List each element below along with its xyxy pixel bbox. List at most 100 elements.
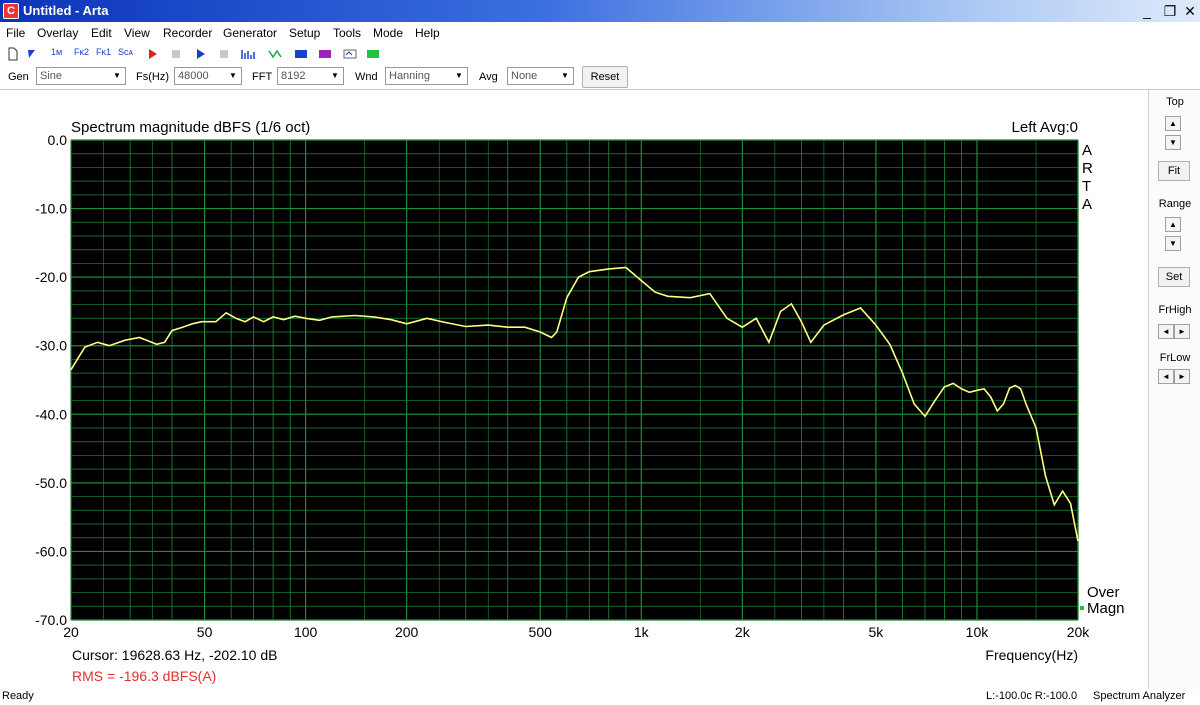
overlay-icon[interactable] [318, 47, 332, 61]
f1-marker-icon[interactable]: 1ᴍ [51, 47, 62, 61]
scan-icon[interactable]: Sᴄᴀ [118, 47, 133, 61]
restore-button[interactable]: ❐ [1160, 2, 1180, 20]
x-tick-label: 20 [63, 624, 79, 640]
x-tick-label: 20k [1067, 624, 1091, 640]
arta-letter-r: R [1082, 160, 1093, 177]
menu-file[interactable]: File [6, 26, 25, 40]
top-up-button[interactable]: ▲ [1165, 116, 1181, 131]
x-tick-label: 50 [197, 624, 213, 640]
avg-value: None [511, 70, 538, 82]
arta-letter-t: T [1082, 178, 1091, 195]
over-label: Over [1087, 584, 1120, 601]
menu-generator[interactable]: Generator [223, 26, 277, 40]
fs-select[interactable]: 48000 ▼ [174, 67, 242, 85]
frhigh-right-button[interactable]: ► [1174, 324, 1190, 339]
open-icon[interactable] [27, 47, 37, 61]
arta-letter-a1: A [1082, 142, 1092, 159]
menu-mode[interactable]: Mode [373, 26, 403, 40]
arta-app-icon: C [3, 3, 19, 19]
status-ready: Ready [2, 690, 34, 702]
toolbar: 1ᴍ Fᴋ2 Fᴋ1 Sᴄᴀ [0, 44, 1200, 64]
close-button[interactable]: ✕ [1180, 2, 1200, 20]
chevron-down-icon: ▼ [113, 71, 121, 80]
status-mode: Spectrum Analyzer [1093, 690, 1186, 702]
f2-marker-icon[interactable]: Fᴋ2 [74, 47, 89, 61]
y-tick-label: -30.0 [35, 338, 67, 354]
impulse-icon[interactable] [268, 47, 282, 61]
title-bar: C Untitled - Arta _ ❐ ✕ [0, 0, 1200, 22]
chevron-down-icon: ▼ [455, 71, 463, 80]
stop-icon[interactable] [171, 47, 181, 61]
rms-readout: RMS = -196.3 dBFS(A) [72, 668, 216, 684]
chevron-down-icon: ▼ [331, 71, 339, 80]
new-file-icon[interactable] [8, 47, 18, 61]
set-button[interactable]: Set [1158, 267, 1190, 287]
y-tick-label: -40.0 [35, 406, 67, 422]
menu-bar: File Overlay Edit View Recorder Generato… [0, 22, 1200, 44]
fs-value: 48000 [178, 70, 209, 82]
menu-setup[interactable]: Setup [289, 26, 320, 40]
frhigh-left-button[interactable]: ◄ [1158, 324, 1174, 339]
menu-edit[interactable]: Edit [91, 26, 112, 40]
top-down-button[interactable]: ▼ [1165, 135, 1181, 150]
plot-area[interactable] [71, 140, 1078, 620]
fft-value: 8192 [281, 70, 306, 82]
x-tick-label: 1k [634, 624, 650, 640]
menu-help[interactable]: Help [415, 26, 440, 40]
play-icon[interactable] [196, 47, 206, 61]
spectrum-chart[interactable]: Spectrum magnitude dBFS (1/6 oct) Left A… [0, 90, 1148, 690]
frhigh-label: FrHigh [1158, 304, 1192, 316]
record-icon[interactable] [148, 47, 158, 61]
gen-select[interactable]: Sine ▼ [36, 67, 126, 85]
minimize-button[interactable]: _ [1137, 2, 1157, 20]
y-tick-label: -10.0 [35, 201, 67, 217]
magn-label: Magn [1087, 600, 1125, 617]
pause-icon[interactable] [219, 47, 229, 61]
wnd-label: Wnd [355, 71, 378, 83]
chart-title: Spectrum magnitude dBFS (1/6 oct) [71, 119, 310, 136]
arta-letter-a2: A [1082, 196, 1092, 213]
cursor-readout: Cursor: 19628.63 Hz, -202.10 dB [72, 647, 277, 663]
x-tick-label: 2k [735, 624, 751, 640]
chevron-down-icon: ▼ [229, 71, 237, 80]
frlow-right-button[interactable]: ► [1174, 369, 1190, 384]
status-levels: L:-100.0c R:-100.0 [986, 690, 1078, 702]
fft-label: FFT [252, 71, 273, 83]
wnd-value: Hanning [389, 70, 430, 82]
gen-value: Sine [40, 70, 63, 82]
range-up-button[interactable]: ▲ [1165, 217, 1181, 232]
menu-tools[interactable]: Tools [333, 26, 361, 40]
fs-label: Fs(Hz) [136, 71, 169, 83]
range-label: Range [1158, 198, 1192, 210]
y-tick-label: 0.0 [48, 132, 68, 148]
range-down-button[interactable]: ▼ [1165, 236, 1181, 251]
measure-icon[interactable] [366, 47, 380, 61]
x-tick-label: 500 [529, 624, 553, 640]
avg-label: Avg [479, 71, 498, 83]
x-axis-ticks: 20 50 100 200 500 1k 2k 5k 10k 20k [63, 624, 1090, 640]
spectrum-icon[interactable] [241, 47, 255, 61]
window-title: Untitled - Arta [23, 3, 109, 18]
frlow-label: FrLow [1159, 352, 1191, 364]
x-tick-label: 10k [966, 624, 990, 640]
fit-button[interactable]: Fit [1158, 161, 1190, 181]
menu-view[interactable]: View [124, 26, 150, 40]
chevron-down-icon: ▼ [561, 71, 569, 80]
avg-select[interactable]: None ▼ [507, 67, 574, 85]
fft-icon[interactable]: Fᴋ1 [96, 47, 111, 61]
wnd-select[interactable]: Hanning ▼ [385, 67, 468, 85]
x-tick-label: 100 [294, 624, 318, 640]
color-icon[interactable] [294, 47, 308, 61]
magn-indicator [1080, 606, 1084, 610]
x-axis-label: Frequency(Hz) [985, 647, 1078, 663]
menu-recorder[interactable]: Recorder [163, 26, 212, 40]
y-tick-label: -20.0 [35, 269, 67, 285]
export-icon[interactable] [343, 47, 357, 61]
x-tick-label: 200 [395, 624, 419, 640]
side-panel: Top ▲ ▼ Fit Range ▲ ▼ Set FrHigh ◄ ► FrL… [1148, 90, 1200, 690]
y-tick-label: -50.0 [35, 475, 67, 491]
fft-select[interactable]: 8192 ▼ [277, 67, 344, 85]
frlow-left-button[interactable]: ◄ [1158, 369, 1174, 384]
reset-button[interactable]: Reset [582, 66, 628, 88]
menu-overlay[interactable]: Overlay [37, 26, 78, 40]
